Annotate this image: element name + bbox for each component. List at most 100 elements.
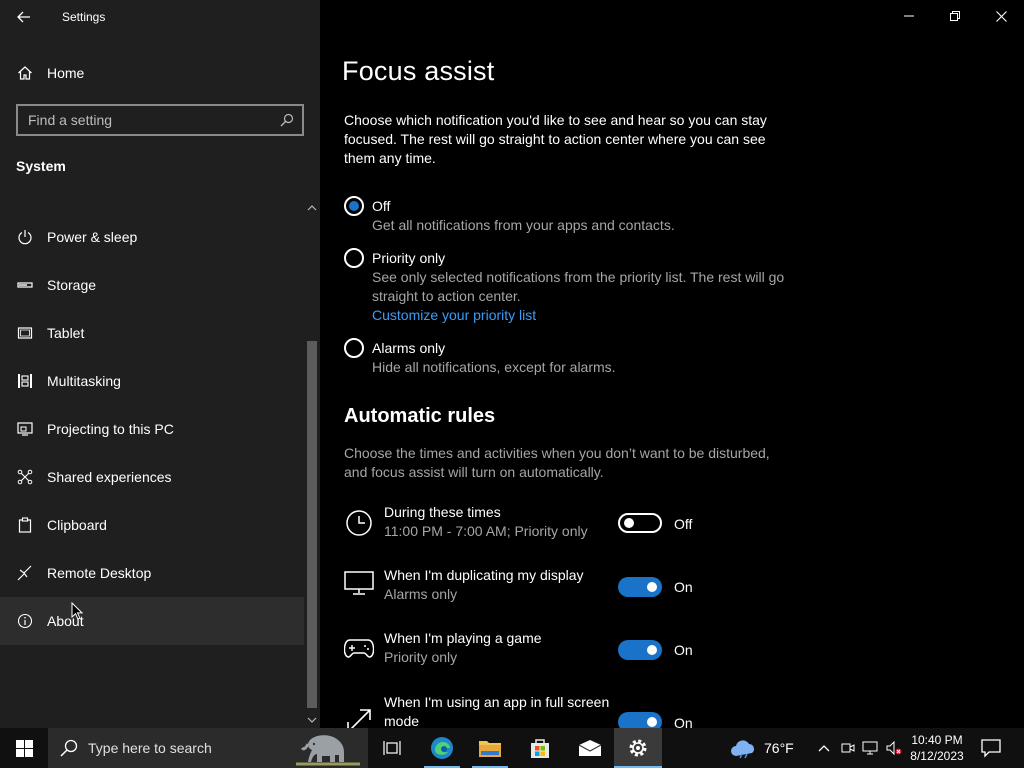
option-label: Priority only bbox=[372, 250, 446, 266]
sidebar-item-power-sleep[interactable]: Power & sleep bbox=[0, 213, 304, 261]
multitasking-icon bbox=[16, 372, 34, 390]
toggle-state: Off bbox=[674, 516, 693, 532]
settings-sidebar: Settings Home System Power & sleep Stora… bbox=[0, 0, 320, 728]
minimize-icon bbox=[904, 15, 914, 17]
title-bar: Settings bbox=[0, 0, 320, 32]
rule-subtitle: Alarms only bbox=[384, 586, 458, 602]
action-center-icon[interactable] bbox=[980, 738, 1002, 758]
monitor-icon bbox=[344, 568, 374, 598]
rule-title: During these times bbox=[384, 504, 501, 520]
microsoft-store-icon bbox=[531, 739, 549, 758]
sidebar-nav-list: Power & sleep Storage Tablet Multitaskin… bbox=[0, 213, 304, 645]
taskbar-search-placeholder: Type here to search bbox=[88, 740, 212, 756]
sidebar-scrollbar[interactable] bbox=[304, 198, 320, 728]
close-icon bbox=[995, 10, 1007, 22]
windows-logo-icon bbox=[15, 739, 33, 757]
restore-icon bbox=[950, 11, 960, 21]
clipboard-icon bbox=[16, 516, 34, 534]
remote-desktop-icon bbox=[16, 564, 34, 582]
taskbar-edge[interactable] bbox=[418, 728, 466, 768]
tablet-icon bbox=[16, 324, 34, 342]
fullscreen-icon bbox=[344, 706, 374, 728]
playing-game-toggle[interactable] bbox=[618, 640, 662, 660]
meet-now-icon[interactable] bbox=[840, 740, 856, 756]
sidebar-item-label: Clipboard bbox=[47, 517, 107, 533]
fullscreen-app-toggle[interactable] bbox=[618, 712, 662, 728]
option-desc: Get all notifications from your apps and… bbox=[372, 217, 675, 233]
page-title: Focus assist bbox=[342, 56, 495, 86]
sidebar-item-clipboard[interactable]: Clipboard bbox=[0, 501, 304, 549]
radio-off[interactable] bbox=[344, 196, 364, 216]
focus-assist-page: Focus assist Choose which notification y… bbox=[320, 0, 1024, 728]
toggle-knob bbox=[647, 645, 657, 655]
find-setting-search[interactable] bbox=[16, 104, 304, 136]
rule-subtitle: 11:00 PM - 7:00 AM; Priority only bbox=[384, 523, 588, 539]
clock-icon bbox=[344, 508, 374, 538]
chevron-up-icon[interactable] bbox=[816, 740, 832, 756]
taskbar-mail[interactable] bbox=[566, 728, 614, 768]
toggle-knob bbox=[647, 717, 657, 727]
sidebar-item-tablet[interactable]: Tablet bbox=[0, 309, 304, 357]
scroll-down-arrow-icon[interactable] bbox=[304, 712, 320, 728]
sidebar-item-about[interactable]: About bbox=[0, 597, 304, 645]
toggle-state: On bbox=[674, 642, 693, 658]
sidebar-item-home[interactable]: Home bbox=[0, 58, 320, 88]
taskbar-settings[interactable] bbox=[614, 728, 662, 768]
sidebar-item-projecting[interactable]: Projecting to this PC bbox=[0, 405, 304, 453]
mail-icon bbox=[578, 740, 602, 756]
taskbar-file-explorer[interactable] bbox=[466, 728, 514, 768]
network-icon[interactable] bbox=[862, 740, 878, 756]
toggle-knob bbox=[647, 582, 657, 592]
restore-button[interactable] bbox=[932, 0, 978, 32]
weather-cloud-icon[interactable] bbox=[730, 736, 758, 760]
toggle-state: On bbox=[674, 715, 693, 728]
section-title: System bbox=[16, 158, 66, 174]
file-explorer-icon bbox=[479, 741, 501, 757]
back-button[interactable] bbox=[10, 6, 38, 28]
volume-muted-icon[interactable] bbox=[886, 740, 902, 756]
back-arrow-icon bbox=[17, 11, 30, 23]
minimize-button[interactable] bbox=[886, 0, 932, 32]
option-desc: See only selected notifications from the… bbox=[372, 269, 785, 304]
taskbar-clock[interactable]: 10:40 PM 8/12/2023 bbox=[906, 732, 968, 764]
taskbar-store[interactable] bbox=[516, 728, 564, 768]
scrollbar-thumb[interactable] bbox=[307, 341, 317, 708]
home-icon bbox=[16, 64, 34, 82]
radio-priority-only[interactable] bbox=[344, 248, 364, 268]
sidebar-item-storage[interactable]: Storage bbox=[0, 261, 304, 309]
search-input[interactable] bbox=[18, 106, 302, 134]
sidebar-item-shared-experiences[interactable]: Shared experiences bbox=[0, 453, 304, 501]
option-label: Alarms only bbox=[372, 340, 446, 356]
weather-temperature[interactable]: 76°F bbox=[764, 740, 794, 756]
edge-browser-icon bbox=[431, 737, 453, 759]
duplicating-display-toggle[interactable] bbox=[618, 577, 662, 597]
sidebar-item-label: Shared experiences bbox=[47, 469, 172, 485]
info-icon bbox=[16, 612, 34, 630]
rule-title: When I'm duplicating my display bbox=[384, 567, 584, 583]
taskbar-search-box[interactable]: Type here to search bbox=[48, 728, 368, 768]
sidebar-item-label: Power & sleep bbox=[47, 229, 138, 245]
customize-priority-link[interactable]: Customize your priority list bbox=[372, 307, 536, 323]
sidebar-item-label: Remote Desktop bbox=[47, 565, 152, 581]
sidebar-item-remote-desktop[interactable]: Remote Desktop bbox=[0, 549, 304, 597]
sidebar-item-label: Multitasking bbox=[47, 373, 121, 389]
task-view-button[interactable] bbox=[368, 728, 416, 768]
rule-title: When I'm using an app in full screen mod… bbox=[384, 694, 610, 728]
storage-icon bbox=[16, 276, 34, 294]
option-label: Off bbox=[372, 198, 391, 214]
during-these-times-toggle[interactable] bbox=[618, 513, 662, 533]
sidebar-item-label: Tablet bbox=[47, 325, 85, 341]
search-icon[interactable] bbox=[280, 113, 294, 127]
projecting-icon bbox=[16, 420, 34, 438]
gamepad-icon bbox=[344, 633, 374, 663]
sidebar-item-label: Storage bbox=[47, 277, 97, 293]
start-button[interactable] bbox=[0, 728, 48, 768]
automatic-rules-heading: Automatic rules bbox=[344, 405, 496, 427]
sidebar-item-multitasking[interactable]: Multitasking bbox=[0, 357, 304, 405]
radio-alarms-only[interactable] bbox=[344, 338, 364, 358]
close-button[interactable] bbox=[978, 0, 1024, 32]
clock-date: 8/12/2023 bbox=[910, 749, 964, 763]
clock-time: 10:40 PM bbox=[911, 733, 963, 747]
scroll-up-arrow-icon[interactable] bbox=[304, 200, 320, 216]
rule-title: When I'm playing a game bbox=[384, 630, 542, 646]
